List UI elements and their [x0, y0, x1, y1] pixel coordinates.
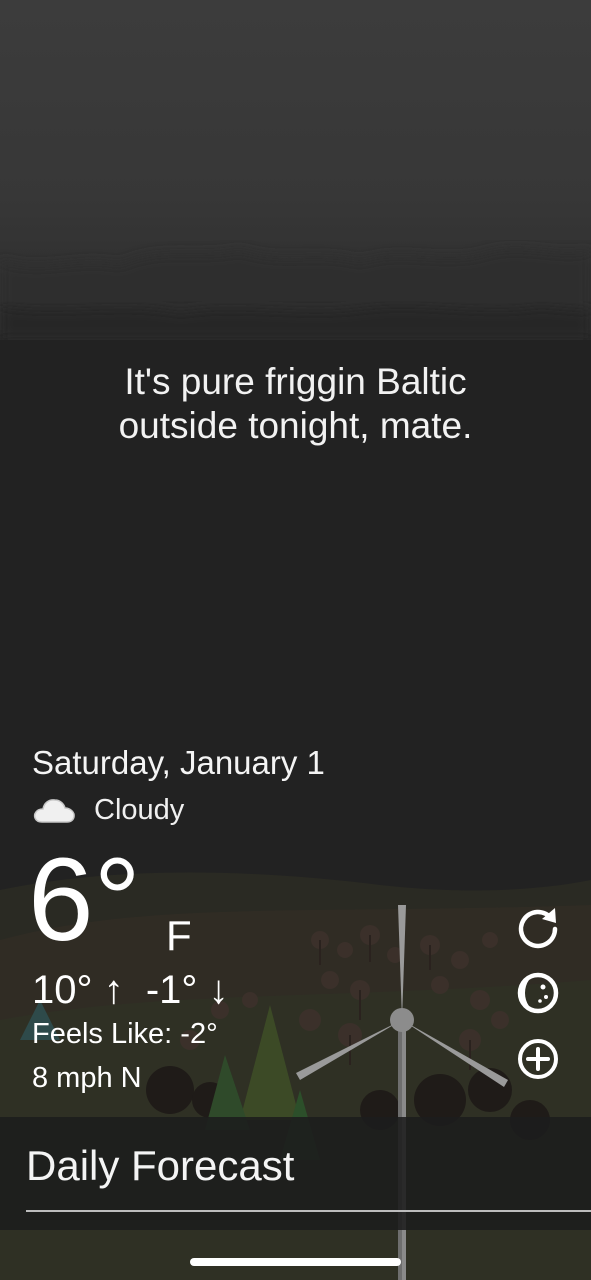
add-icon — [518, 1039, 558, 1079]
moon-phase-icon — [517, 972, 559, 1014]
temperature-unit[interactable]: F — [166, 912, 192, 960]
wind-speed: 8 mph N — [32, 1062, 142, 1094]
refresh-button[interactable] — [515, 904, 561, 950]
home-indicator[interactable] — [190, 1258, 401, 1266]
cloud-band — [0, 249, 591, 340]
refresh-icon — [518, 908, 558, 949]
condition-label: Cloudy — [94, 793, 185, 826]
message-line-1: It's pure friggin Baltic — [124, 361, 467, 402]
feels-like: Feels Like: -2° — [32, 1018, 218, 1050]
weather-message: It's pure friggin Baltic outside tonight… — [40, 360, 551, 448]
high-low-temperature: 10° ↑ -1° ↓ — [32, 968, 229, 1012]
cloud-icon — [33, 799, 75, 823]
add-location-button[interactable] — [515, 1036, 561, 1082]
current-temperature: 6° — [28, 834, 141, 966]
date-label: Saturday, January 1 — [32, 744, 325, 781]
message-line-2: outside tonight, mate. — [118, 405, 473, 446]
condition-row: Cloudy — [32, 792, 184, 828]
forecast-divider — [26, 1210, 591, 1212]
moon-phase-button[interactable] — [515, 970, 561, 1016]
daily-forecast-title[interactable]: Daily Forecast — [26, 1142, 294, 1190]
